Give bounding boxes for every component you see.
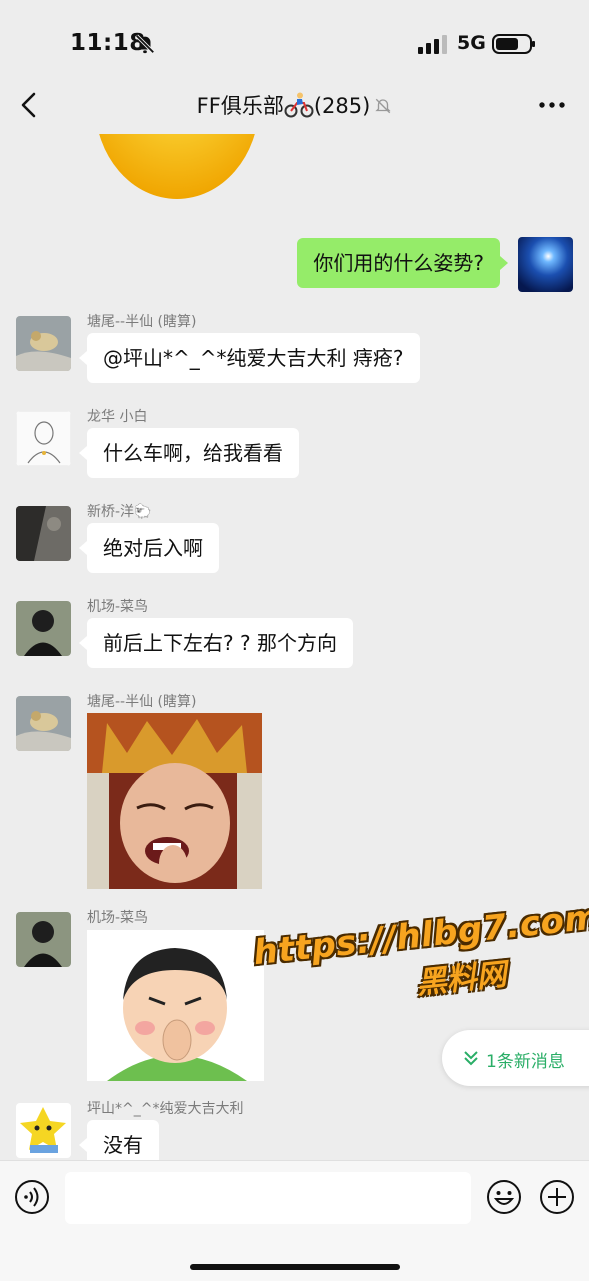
member-count: (285) [313, 94, 371, 118]
new-message-button[interactable]: 1条新消息 [442, 1030, 589, 1086]
sender-name: 坪山*^_^*纯爱大吉大利 [87, 1101, 244, 1117]
chat-title: FF俱乐部 (285) [0, 90, 589, 120]
avatar[interactable] [16, 601, 71, 656]
avatar[interactable] [16, 1103, 71, 1158]
input-bar [0, 1160, 589, 1281]
message-input[interactable] [65, 1172, 471, 1224]
voice-input-icon[interactable] [14, 1179, 50, 1215]
avatar[interactable] [16, 316, 71, 371]
sender-name: 新桥-洋🐑 [87, 504, 152, 520]
avatar[interactable] [16, 411, 71, 466]
sender-name: 机场-菜鸟 [87, 599, 149, 615]
home-indicator [190, 1264, 400, 1270]
group-name: FF俱乐部 [196, 94, 284, 118]
more-options-icon[interactable] [538, 95, 566, 115]
bell-off-icon [135, 34, 155, 54]
new-message-label: 1条新消息 [486, 1052, 565, 1072]
message-bubble[interactable]: 什么车啊，给我看看 [79, 428, 299, 478]
message-bubble[interactable]: 前后上下左右? ? 那个方向 [79, 618, 353, 668]
message-bubble[interactable]: @坪山*^_^*纯爱大吉大利 痔疮? [79, 333, 420, 383]
network-type: 5G [457, 32, 486, 54]
double-chevron-down-icon [464, 1051, 478, 1066]
avatar[interactable] [16, 912, 71, 967]
sender-name: 塘尾--半仙 (瞎算) [87, 694, 197, 710]
message-bubble[interactable]: 你们用的什么姿势? [297, 238, 508, 288]
avatar[interactable] [16, 506, 71, 561]
my-avatar[interactable] [518, 237, 573, 292]
laughing-monk-sticker[interactable] [87, 713, 262, 889]
add-more-icon[interactable] [539, 1179, 575, 1215]
avatar[interactable] [16, 696, 71, 751]
battery-icon [492, 34, 535, 54]
sender-name: 塘尾--半仙 (瞎算) [87, 314, 197, 330]
message-bubble[interactable]: 绝对后入啊 [79, 523, 219, 573]
cyclist-emoji-icon [284, 92, 314, 118]
sender-name: 机场-菜鸟 [87, 910, 149, 926]
emoji-icon[interactable] [486, 1179, 522, 1215]
message-bubble[interactable]: 没有 [79, 1120, 159, 1160]
mute-bell-icon [375, 98, 391, 114]
sender-name: 龙华 小白 [87, 409, 148, 425]
signal-icon [418, 35, 447, 54]
grinning-emoji-sticker[interactable] [95, 134, 260, 199]
nose-picking-sticker[interactable] [87, 930, 264, 1081]
